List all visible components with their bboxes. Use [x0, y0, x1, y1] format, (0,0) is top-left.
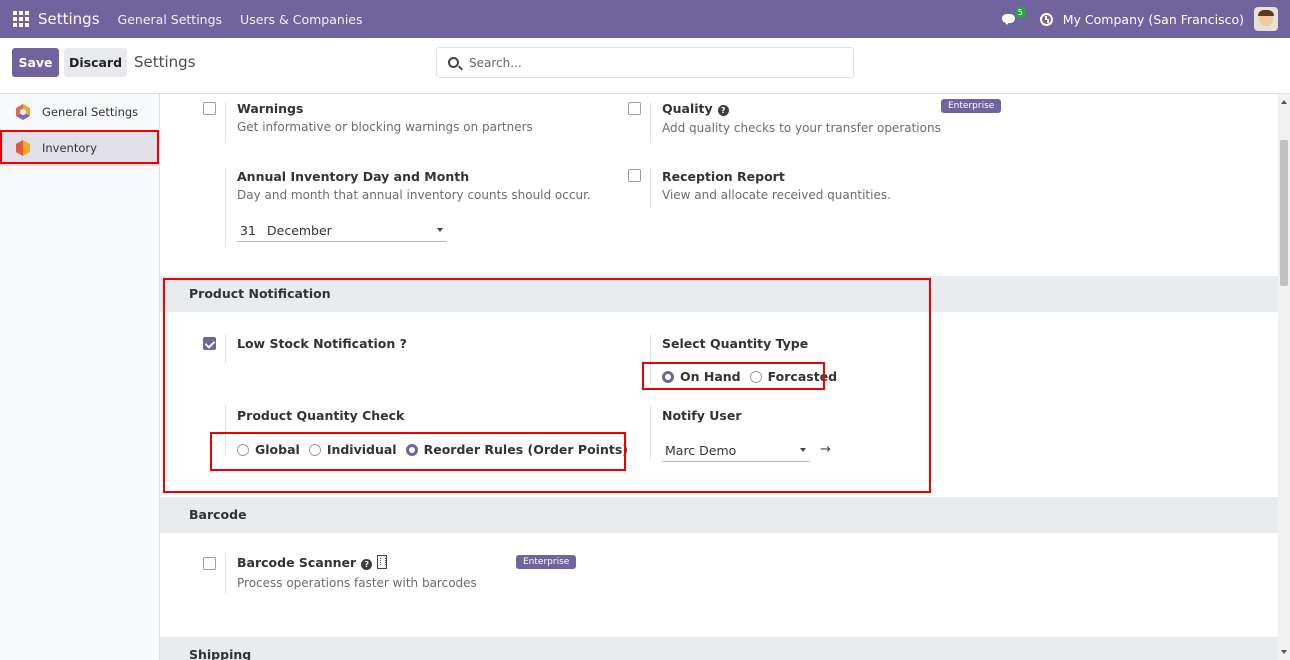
radio-label-global[interactable]: Global [255, 442, 300, 457]
divider [650, 168, 651, 208]
sidebar-item-inventory[interactable]: Inventory [0, 130, 160, 166]
annual-inventory-day[interactable]: 31 [240, 223, 256, 238]
low-stock-label: Low Stock Notification ? [237, 336, 407, 351]
divider [225, 404, 226, 454]
sidebar-item-label: General Settings [42, 105, 139, 119]
radio-individual[interactable] [308, 443, 321, 456]
section-header-barcode: Barcode [160, 497, 1278, 533]
help-icon[interactable]: ? [361, 559, 373, 570]
clock-icon[interactable] [1039, 12, 1053, 26]
barcode-scanner-desc: Process operations faster with barcodes [237, 576, 477, 590]
enterprise-badge: Enterprise [516, 555, 577, 569]
quality-title: Quality? [662, 101, 729, 116]
quality-desc: Add quality checks to your transfer oper… [662, 121, 941, 135]
radio-forcasted[interactable] [749, 370, 762, 383]
settings-content: Warnings Get informative or blocking war… [160, 94, 1278, 660]
enterprise-badge: Enterprise [941, 99, 1002, 113]
quality-title-text: Quality [662, 101, 713, 116]
app-title[interactable]: Settings [38, 10, 100, 28]
help-icon[interactable]: ? [717, 105, 729, 116]
annual-inventory-desc: Day and month that annual inventory coun… [237, 188, 591, 202]
barcode-scanner-title: Barcode Scanner? [237, 555, 388, 570]
user-avatar[interactable] [1254, 7, 1278, 31]
annual-inventory-date-field[interactable]: 31 December [237, 222, 447, 242]
notify-user-label: Notify User [662, 408, 742, 423]
divider [225, 334, 226, 364]
warnings-checkbox[interactable] [203, 102, 216, 115]
radio-label-individual[interactable]: Individual [327, 442, 397, 457]
select-quantity-type-label: Select Quantity Type [662, 336, 809, 351]
sidebar-item-general-settings[interactable]: General Settings [0, 94, 160, 130]
inventory-icon [16, 140, 30, 156]
chevron-down-icon[interactable] [800, 448, 806, 452]
annual-inventory-month[interactable]: December [267, 223, 332, 238]
menu-general-settings[interactable]: General Settings [118, 12, 223, 27]
general-settings-icon [16, 104, 30, 120]
divider [225, 168, 226, 246]
divider [225, 554, 226, 594]
menu-users-companies[interactable]: Users & Companies [240, 12, 362, 27]
section-title: Product Notification [189, 286, 331, 301]
radio-label-reorder-rules[interactable]: Reorder Rules (Order Points) [424, 442, 628, 457]
quantity-type-radio-group: On Hand Forcasted [662, 369, 846, 384]
divider [650, 334, 651, 384]
scrollbar[interactable] [1278, 94, 1290, 660]
external-link-arrow-icon[interactable]: → [820, 442, 831, 457]
divider [225, 102, 226, 142]
chat-badge: 5 [1014, 7, 1026, 18]
section-header-shipping: Shipping [160, 637, 1278, 660]
divider [650, 102, 651, 142]
radio-label-forcasted[interactable]: Forcasted [768, 369, 837, 384]
search-input[interactable] [469, 55, 809, 70]
quantity-check-radio-group: Global Individual Reorder Rules (Order P… [237, 442, 637, 457]
save-button[interactable]: Save [12, 48, 59, 77]
barcode-scanner-checkbox[interactable] [203, 557, 216, 570]
sidebar-item-label: Inventory [42, 141, 97, 155]
company-switcher[interactable]: My Company (San Francisco) [1063, 12, 1244, 27]
search-icon [448, 57, 459, 68]
building-icon [377, 555, 388, 569]
chevron-down-icon[interactable] [437, 228, 443, 232]
quality-checkbox[interactable] [628, 102, 641, 115]
low-stock-checkbox[interactable] [203, 337, 216, 350]
scroll-down-icon[interactable] [1281, 650, 1287, 654]
warnings-title: Warnings [237, 101, 304, 116]
radio-on-hand[interactable] [662, 370, 674, 383]
annual-inventory-title: Annual Inventory Day and Month [237, 169, 470, 184]
reception-report-checkbox[interactable] [628, 169, 641, 182]
apps-menu-icon[interactable] [12, 10, 30, 28]
barcode-scanner-title-text: Barcode Scanner [237, 555, 357, 570]
section-header-product-notification: Product Notification [160, 276, 1278, 312]
divider [650, 404, 651, 459]
notify-user-value[interactable]: Marc Demo [665, 443, 736, 458]
section-title: Barcode [189, 507, 247, 522]
scroll-up-icon[interactable] [1281, 100, 1287, 104]
reception-report-title: Reception Report [662, 169, 785, 184]
search-box[interactable] [436, 47, 854, 78]
radio-global[interactable] [237, 443, 249, 456]
radio-reorder-rules[interactable] [405, 443, 418, 456]
chat-icon[interactable]: 5 [1001, 7, 1026, 25]
settings-sidebar: General Settings Inventory [0, 94, 160, 660]
warnings-desc: Get informative or blocking warnings on … [237, 120, 533, 134]
control-panel: Save Discard Settings [0, 38, 1290, 94]
reception-report-desc: View and allocate received quantities. [662, 188, 891, 202]
radio-label-on-hand[interactable]: On Hand [680, 369, 741, 384]
product-quantity-check-label: Product Quantity Check [237, 408, 405, 423]
discard-button[interactable]: Discard [64, 48, 127, 77]
top-navbar: Settings General Settings Users & Compan… [0, 0, 1290, 38]
scroll-thumb[interactable] [1280, 140, 1288, 286]
breadcrumb: Settings [134, 53, 196, 71]
section-title: Shipping [189, 647, 252, 660]
notify-user-select[interactable]: Marc Demo [662, 442, 810, 462]
